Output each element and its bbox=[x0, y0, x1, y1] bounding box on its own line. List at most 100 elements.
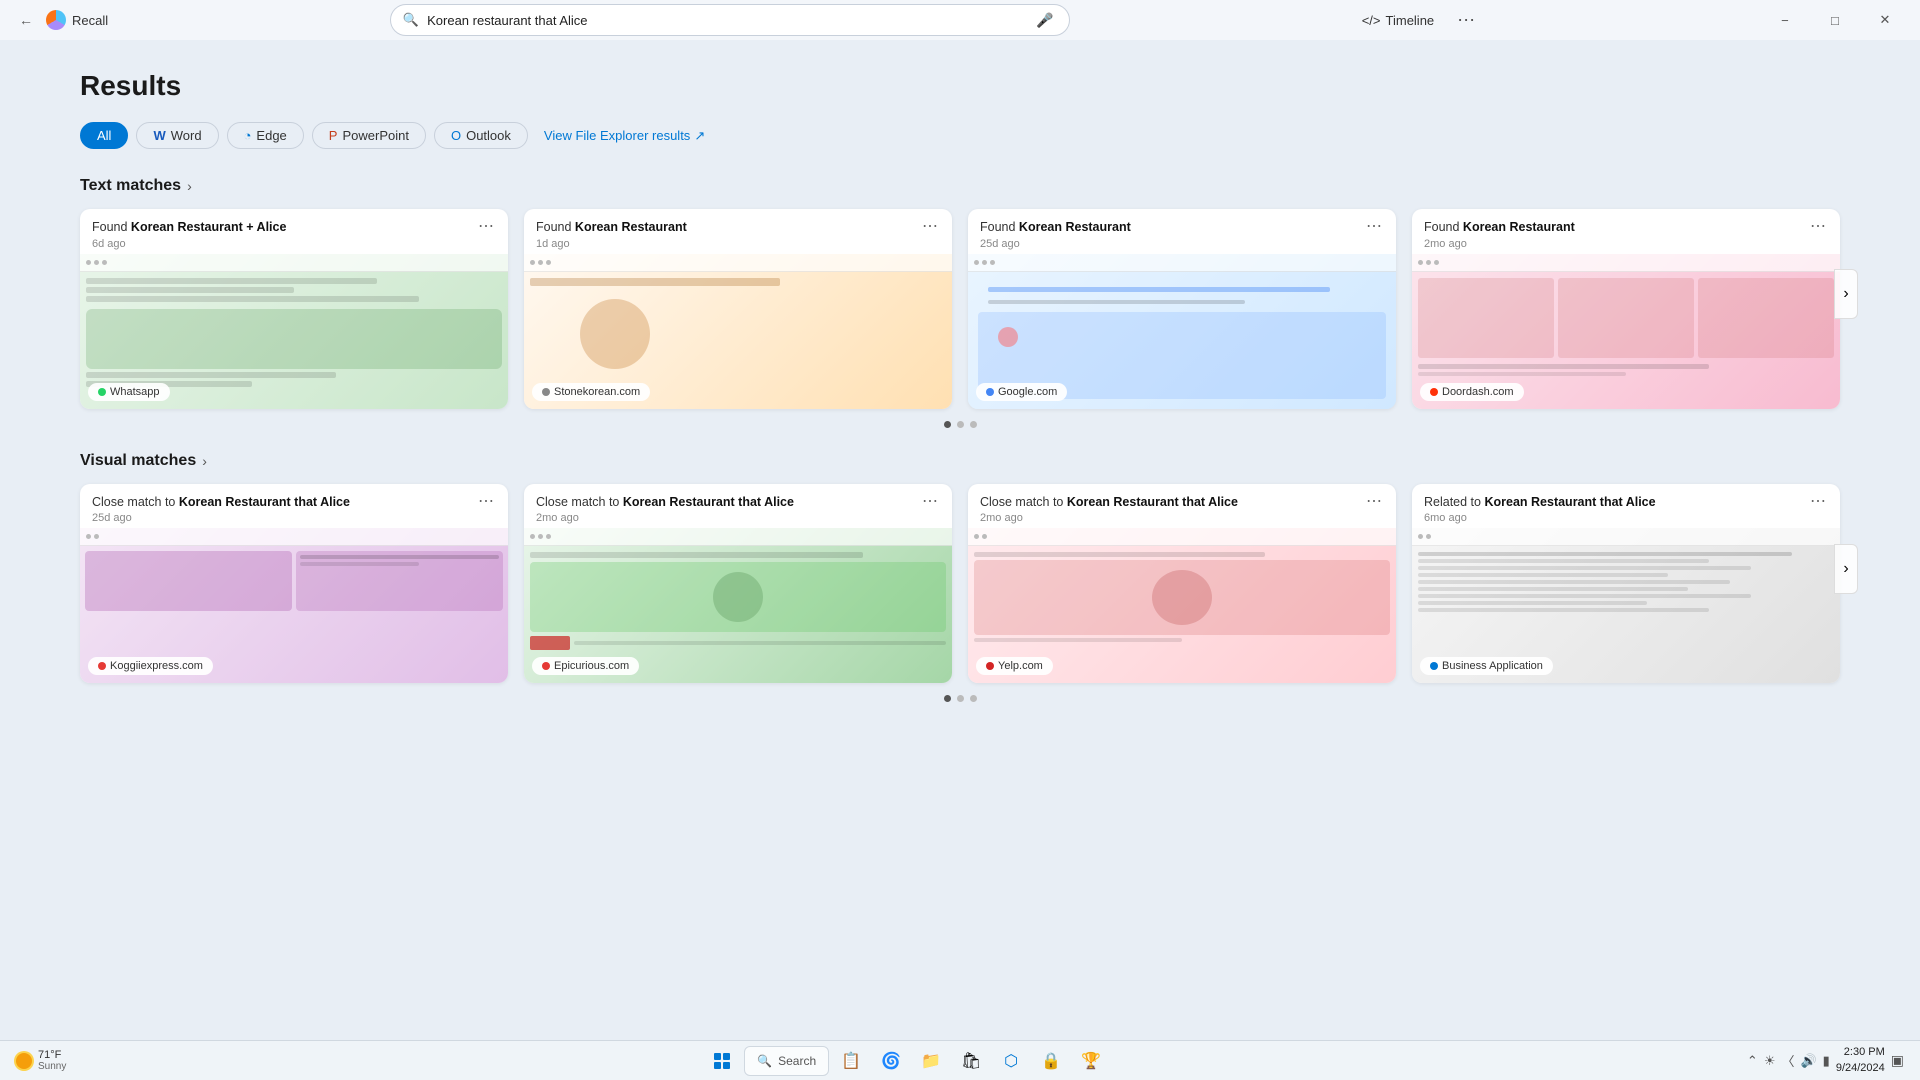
chevron-right-icon: › bbox=[1843, 285, 1848, 303]
vm-card-age-4: 6mo ago bbox=[1424, 512, 1656, 524]
filter-word[interactable]: W Word bbox=[136, 122, 218, 149]
vm-card-age-3: 2mo ago bbox=[980, 512, 1238, 524]
volume-icon[interactable]: 🔊 bbox=[1800, 1053, 1816, 1069]
card-image-3: Google.com bbox=[968, 254, 1396, 409]
timeline-button[interactable]: </> Timeline bbox=[1352, 9, 1444, 32]
vm-card-more-button-1[interactable]: ⋯ bbox=[476, 494, 496, 510]
back-button[interactable]: ← bbox=[12, 6, 40, 34]
cards-next-arrow-text[interactable]: › bbox=[1834, 269, 1858, 319]
visual-match-card-2[interactable]: Close match to Korean Restaurant that Al… bbox=[524, 484, 952, 684]
vm-pagination-dot-1[interactable] bbox=[944, 695, 951, 702]
card-more-button-4[interactable]: ⋯ bbox=[1808, 219, 1828, 235]
vm-card-header-3: Close match to Korean Restaurant that Al… bbox=[968, 484, 1396, 529]
card-title-1: Found Korean Restaurant + Alice bbox=[92, 219, 286, 237]
network-icon[interactable]: 〈 bbox=[1781, 1051, 1794, 1070]
vm-card-image-1: Koggiiexpress.com bbox=[80, 528, 508, 683]
edge-icon: ◔ bbox=[244, 128, 252, 143]
taskbar-teams-icon[interactable]: 🏆 bbox=[1073, 1043, 1109, 1079]
text-match-card-4[interactable]: Found Korean Restaurant 2mo ago ⋯ bbox=[1412, 209, 1840, 409]
source-dot-2 bbox=[542, 388, 550, 396]
text-match-card-3[interactable]: Found Korean Restaurant 25d ago ⋯ bbox=[968, 209, 1396, 409]
vm-card-title-area-4: Related to Korean Restaurant that Alice … bbox=[1424, 494, 1656, 525]
vm-chevron-right-icon: › bbox=[1843, 560, 1848, 578]
visual-match-card-3[interactable]: Close match to Korean Restaurant that Al… bbox=[968, 484, 1396, 684]
filter-all[interactable]: All bbox=[80, 122, 128, 149]
nav-controls: ← Recall bbox=[12, 6, 108, 34]
text-match-card-2[interactable]: Found Korean Restaurant 1d ago ⋯ bbox=[524, 209, 952, 409]
taskbar-browser-icon[interactable]: 🌀 bbox=[873, 1043, 909, 1079]
maximize-button[interactable]: □ bbox=[1812, 4, 1858, 36]
search-icon: 🔍 bbox=[403, 12, 419, 28]
taskbar-edge-icon[interactable]: ⬡ bbox=[993, 1043, 1029, 1079]
filter-powerpoint[interactable]: P PowerPoint bbox=[312, 122, 426, 149]
system-tray: ⌃ ☀ 〈 🔊 ▮ bbox=[1747, 1051, 1830, 1070]
minimize-button[interactable]: − bbox=[1762, 4, 1808, 36]
text-match-card-1[interactable]: Found Korean Restaurant + Alice 6d ago ⋯ bbox=[80, 209, 508, 409]
vm-pagination-dot-2[interactable] bbox=[957, 695, 964, 702]
system-clock: 2:30 PM 9/24/2024 bbox=[1836, 1045, 1885, 1076]
chevron-up-icon[interactable]: ⌃ bbox=[1747, 1053, 1758, 1069]
visual-match-card-4[interactable]: Related to Korean Restaurant that Alice … bbox=[1412, 484, 1840, 684]
card-image-1: Whatsapp bbox=[80, 254, 508, 409]
taskbar-center: 🔍 Search 📋 🌀 📁 🛍 ⬡ 🔒 🏆 bbox=[76, 1043, 1737, 1079]
filter-edge[interactable]: ◔ Edge bbox=[227, 122, 304, 149]
vm-card-age-2: 2mo ago bbox=[536, 512, 794, 524]
text-matches-chevron[interactable]: › bbox=[187, 178, 192, 194]
vm-card-more-button-2[interactable]: ⋯ bbox=[920, 494, 940, 510]
search-input[interactable] bbox=[427, 13, 1025, 28]
more-options-button[interactable]: ⋯ bbox=[1452, 6, 1480, 34]
text-matches-title: Text matches bbox=[80, 177, 181, 195]
visual-matches-chevron[interactable]: › bbox=[202, 453, 207, 469]
visual-matches-cards-container: Close match to Korean Restaurant that Al… bbox=[80, 484, 1840, 684]
brightness-icon[interactable]: ☀ bbox=[1764, 1053, 1776, 1069]
pagination-dot-1[interactable] bbox=[944, 421, 951, 428]
visual-match-card-1[interactable]: Close match to Korean Restaurant that Al… bbox=[80, 484, 508, 684]
view-file-explorer-link[interactable]: View File Explorer results ↗ bbox=[544, 128, 705, 144]
taskbar-right: ⌃ ☀ 〈 🔊 ▮ 2:30 PM 9/24/2024 ▣ bbox=[1739, 1045, 1912, 1076]
weather-condition: Sunny bbox=[38, 1061, 66, 1072]
card-source-4: Doordash.com bbox=[1420, 383, 1524, 401]
card-source-1: Whatsapp bbox=[88, 383, 170, 401]
taskbar-search[interactable]: 🔍 Search bbox=[744, 1046, 829, 1076]
card-title-area-1: Found Korean Restaurant + Alice 6d ago bbox=[92, 219, 286, 250]
vm-card-title-1: Close match to Korean Restaurant that Al… bbox=[92, 494, 350, 512]
close-button[interactable]: ✕ bbox=[1862, 4, 1908, 36]
start-button[interactable] bbox=[704, 1043, 740, 1079]
vm-card-more-button-3[interactable]: ⋯ bbox=[1364, 494, 1384, 510]
notification-icon[interactable]: ▣ bbox=[1891, 1052, 1904, 1069]
card-more-button-1[interactable]: ⋯ bbox=[476, 219, 496, 235]
filter-edge-label: Edge bbox=[256, 128, 286, 143]
battery-icon[interactable]: ▮ bbox=[1823, 1053, 1830, 1069]
main-search-bar[interactable]: 🔍 🎤 bbox=[390, 4, 1070, 36]
card-title-2: Found Korean Restaurant bbox=[536, 219, 687, 237]
card-more-button-3[interactable]: ⋯ bbox=[1364, 219, 1384, 235]
card-age-2: 1d ago bbox=[536, 238, 687, 250]
vm-card-image-2: Epicurious.com bbox=[524, 528, 952, 683]
filter-outlook[interactable]: O Outlook bbox=[434, 122, 528, 149]
vm-source-dot-3 bbox=[986, 662, 994, 670]
taskbar-folder-icon[interactable]: 📁 bbox=[913, 1043, 949, 1079]
timeline-label: Timeline bbox=[1386, 13, 1435, 28]
vm-card-header-1: Close match to Korean Restaurant that Al… bbox=[80, 484, 508, 529]
vm-cards-next-arrow[interactable]: › bbox=[1834, 544, 1858, 594]
card-more-button-2[interactable]: ⋯ bbox=[920, 219, 940, 235]
mic-button[interactable]: 🎤 bbox=[1033, 8, 1057, 32]
pagination-dot-3[interactable] bbox=[970, 421, 977, 428]
pagination-dot-2[interactable] bbox=[957, 421, 964, 428]
clock-time: 2:30 PM bbox=[1836, 1045, 1885, 1060]
vm-card-more-button-4[interactable]: ⋯ bbox=[1808, 494, 1828, 510]
vm-card-header-2: Close match to Korean Restaurant that Al… bbox=[524, 484, 952, 529]
vm-card-source-1: Koggiiexpress.com bbox=[88, 657, 213, 675]
taskbar-security-icon[interactable]: 🔒 bbox=[1033, 1043, 1069, 1079]
vm-card-title-4: Related to Korean Restaurant that Alice bbox=[1424, 494, 1656, 512]
filter-all-label: All bbox=[97, 128, 111, 143]
card-header-4: Found Korean Restaurant 2mo ago ⋯ bbox=[1412, 209, 1840, 254]
filter-outlook-label: Outlook bbox=[466, 128, 511, 143]
recall-app-name: Recall bbox=[72, 13, 108, 28]
text-matches-header: Text matches › bbox=[80, 177, 1840, 195]
taskbar-files-icon[interactable]: 📋 bbox=[833, 1043, 869, 1079]
vm-card-title-3: Close match to Korean Restaurant that Al… bbox=[980, 494, 1238, 512]
taskbar-store-icon[interactable]: 🛍 bbox=[953, 1043, 989, 1079]
card-source-3: Google.com bbox=[976, 383, 1067, 401]
vm-pagination-dot-3[interactable] bbox=[970, 695, 977, 702]
